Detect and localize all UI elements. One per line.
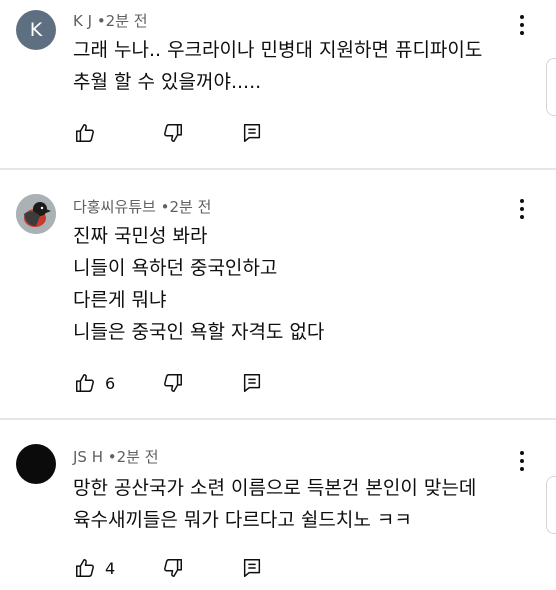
- comment-time[interactable]: 2분 전: [106, 12, 148, 30]
- like-button[interactable]: 6: [74, 370, 115, 396]
- like-count: 6: [105, 373, 116, 393]
- comment-meta: JS H •2분 전: [73, 446, 159, 467]
- comment-line: 육수새끼들은 뭐가 다르다고 쉴드치노 ㅋㅋ: [73, 509, 412, 531]
- dislike-button[interactable]: [162, 120, 184, 146]
- comment-line: 그래 누나.. 우크라이나 민병대 지원하면 퓨디파이도: [73, 39, 483, 61]
- comment: JS H •2분 전 망한 공산국가 소련 이름으로 득본건 본인이 맞는데 육…: [0, 420, 556, 590]
- reply-icon: [241, 557, 263, 579]
- reply-button[interactable]: [241, 555, 263, 581]
- comment-time[interactable]: 2분 전: [169, 198, 211, 216]
- comment-time[interactable]: 2분 전: [117, 448, 159, 466]
- comment-author[interactable]: JS H: [73, 448, 103, 466]
- avatar[interactable]: [16, 444, 56, 484]
- comment-line: 니들은 중국인 욕할 자격도 없다: [73, 321, 325, 343]
- reply-icon: [241, 372, 263, 394]
- thumb-down-icon: [162, 557, 184, 579]
- comment-line: 추월 할 수 있을꺼야.....: [73, 71, 262, 93]
- dislike-button[interactable]: [162, 370, 184, 396]
- comment-meta: 다홍씨유튜브 •2분 전: [73, 196, 211, 217]
- avatar[interactable]: [16, 194, 56, 234]
- side-panel-edge: [546, 58, 556, 116]
- comment-line: 망한 공산국가 소련 이름으로 득본건 본인이 맞는데: [73, 477, 477, 499]
- meta-separator: •: [107, 448, 117, 466]
- comment: 다홍씨유튜브 •2분 전 진짜 국민성 봐라 니들이 욕하던 중국인하고 다른게…: [0, 170, 556, 420]
- thumb-up-icon: [74, 122, 96, 144]
- reply-icon: [241, 122, 263, 144]
- more-vert-icon[interactable]: [514, 196, 530, 222]
- comment-line: 진짜 국민성 봐라: [73, 225, 208, 247]
- comment-line: 니들이 욕하던 중국인하고: [73, 257, 278, 279]
- thumb-down-icon: [162, 122, 184, 144]
- meta-separator: •: [96, 12, 106, 30]
- thumb-down-icon: [162, 372, 184, 394]
- comment-author[interactable]: K J: [73, 12, 92, 30]
- comment-text: 진짜 국민성 봐라 니들이 욕하던 중국인하고 다른게 뭐냐 니들은 중국인 욕…: [73, 220, 324, 348]
- comment-text: 망한 공산국가 소련 이름으로 득본건 본인이 맞는데 육수새끼들은 뭐가 다르…: [73, 472, 476, 536]
- comment-line: 다른게 뭐냐: [73, 289, 167, 311]
- avatar-letter: K: [29, 19, 43, 41]
- more-vert-icon[interactable]: [514, 12, 530, 38]
- comment: K K J •2분 전 그래 누나.. 우크라이나 민병대 지원하면 퓨디파이도…: [0, 0, 556, 170]
- comment-text: 그래 누나.. 우크라이나 민병대 지원하면 퓨디파이도 추월 할 수 있을꺼야…: [73, 34, 482, 98]
- reply-button[interactable]: [241, 120, 263, 146]
- comment-author[interactable]: 다홍씨유튜브: [73, 198, 156, 216]
- side-panel-edge: [546, 476, 556, 534]
- dislike-button[interactable]: [162, 555, 184, 581]
- reply-button[interactable]: [241, 370, 263, 396]
- like-button[interactable]: 4: [74, 555, 115, 581]
- bird-avatar-icon: [16, 194, 56, 234]
- comment-meta: K J •2분 전: [73, 10, 148, 31]
- more-vert-icon[interactable]: [514, 448, 530, 474]
- like-button[interactable]: [74, 120, 105, 146]
- thumb-up-icon: [74, 557, 96, 579]
- thumb-up-icon: [74, 372, 96, 394]
- like-count: 4: [105, 558, 116, 578]
- avatar[interactable]: K: [16, 10, 56, 50]
